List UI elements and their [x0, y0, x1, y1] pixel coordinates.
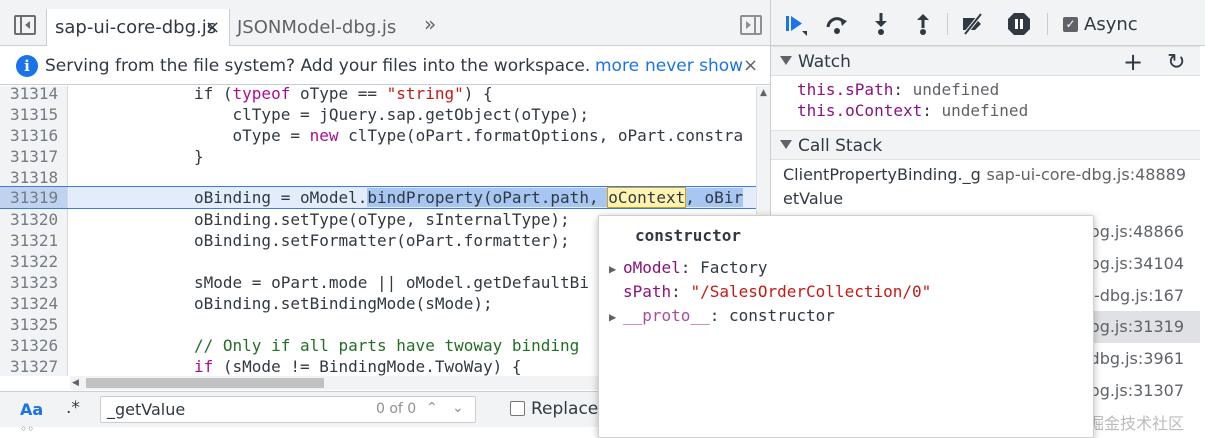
search-next-icon[interactable]: ⌄ — [452, 400, 464, 416]
line-number[interactable]: 31316 — [0, 125, 68, 146]
toolbar-separator — [947, 13, 948, 35]
toggle-debugger-icon[interactable] — [740, 15, 762, 35]
watch-section-header[interactable]: Watch + ↻ — [771, 46, 1200, 76]
scrollbar-thumb[interactable] — [86, 378, 324, 388]
search-prev-icon[interactable]: ⌃ — [426, 400, 438, 416]
regex-button[interactable]: .* — [66, 398, 80, 418]
scroll-up-icon[interactable]: ▲ — [760, 88, 767, 98]
hovered-token[interactable]: oContext — [607, 187, 687, 208]
call-frame-location: dbg.js:48866 — [1079, 222, 1184, 241]
call-frame-location: dbg.js:34104 — [1079, 254, 1184, 273]
code-line[interactable]: 31317 } — [0, 146, 756, 167]
step-into-icon[interactable] — [869, 12, 893, 36]
add-watch-icon[interactable]: + — [1123, 47, 1143, 77]
toggle-navigator-icon[interactable] — [14, 15, 36, 35]
replace-label: Replace — [531, 399, 599, 419]
deactivate-breakpoints-icon[interactable] — [961, 12, 985, 36]
line-number[interactable]: 31319 — [0, 187, 68, 208]
popover-property-row[interactable]: ▶ oModel: Factory — [609, 258, 768, 277]
workspace-infobar: i Serving from the file system? Add your… — [0, 47, 770, 85]
line-number[interactable]: 31318 — [0, 167, 68, 188]
popover-property-row[interactable]: sPath: "/SalesOrderCollection/0" — [609, 282, 931, 301]
paused-code-line[interactable]: 31319 oBinding = oModel.bindProperty(oPa… — [0, 186, 756, 209]
sidebar-scrollbar[interactable] — [1200, 46, 1205, 438]
line-number[interactable]: 31323 — [0, 272, 68, 293]
info-icon: i — [16, 55, 38, 77]
toolbar-separator — [1047, 13, 1048, 35]
more-tabs-icon[interactable]: » — [424, 12, 436, 36]
match-case-button[interactable]: Aa — [20, 400, 43, 419]
line-number[interactable]: 31314 — [0, 86, 68, 104]
refresh-watch-icon[interactable]: ↻ — [1167, 48, 1185, 78]
watch-title: Watch — [798, 52, 851, 72]
call-frame-name: ClientPropertyBinding._g — [783, 165, 981, 184]
debugger-toolbar: ✓ Async — [771, 0, 1205, 46]
infobar-never-show-link[interactable]: never show — [645, 56, 743, 76]
call-frame-location: sap-ui-core-dbg.js:48889 — [986, 165, 1186, 184]
line-number[interactable]: 31324 — [0, 293, 68, 314]
infobar-more-link[interactable]: more — [595, 56, 639, 76]
popover-title: constructor — [635, 226, 741, 245]
line-number[interactable]: 31325 — [0, 314, 68, 335]
call-frame-location: dbg.js:31307 — [1079, 381, 1184, 400]
line-number[interactable]: 31326 — [0, 335, 68, 356]
code-line[interactable]: 31316 oType = new clType(oPart.formatOpt… — [0, 125, 756, 146]
replace-checkbox[interactable] — [510, 401, 525, 416]
collapse-triangle-icon[interactable] — [780, 56, 792, 65]
resume-icon[interactable] — [783, 12, 807, 36]
call-stack-title: Call Stack — [798, 136, 883, 156]
tab-label: sap-ui-core-dbg.js — [55, 17, 217, 38]
tab-jsonmodel[interactable]: JSONModel-dbg.js — [237, 9, 396, 46]
code-line[interactable]: 31318 — [0, 167, 756, 188]
close-infobar-icon[interactable]: × — [743, 55, 758, 76]
step-over-icon[interactable] — [825, 12, 849, 36]
call-frame-name-cont: etValue — [783, 189, 844, 208]
pause-on-exceptions-icon[interactable] — [1007, 12, 1031, 36]
call-frame-current[interactable]: ClientPropertyBinding._g etValue sap-ui-… — [771, 161, 1200, 213]
search-match-count: 0 of 0 — [376, 401, 417, 417]
line-number[interactable]: 31320 — [0, 209, 68, 230]
infobar-message: Serving from the file system? Add your f… — [45, 56, 591, 76]
line-number[interactable]: 31321 — [0, 230, 68, 251]
line-number[interactable]: 31322 — [0, 251, 68, 272]
scroll-left-icon[interactable]: ◀ — [72, 376, 79, 390]
close-tab-icon[interactable]: × — [205, 9, 220, 46]
editor-tab-bar: sap-ui-core-dbg.js × JSONModel-dbg.js » — [0, 0, 770, 46]
object-preview-popover[interactable]: constructor ▶ oModel: Factory sPath: "/Sa… — [598, 215, 1094, 438]
call-frame-location: l-dbg.js:167 — [1089, 286, 1184, 305]
popover-property-row[interactable]: ▶ __proto__: constructor — [609, 306, 835, 325]
collapse-triangle-icon[interactable] — [780, 140, 792, 149]
call-stack-section-header[interactable]: Call Stack — [771, 130, 1200, 160]
code-line[interactable]: 31315 clType = jQuery.sap.getObject(oTyp… — [0, 104, 756, 125]
expand-triangle-icon[interactable]: ▶ — [609, 310, 623, 324]
async-checkbox[interactable]: ✓ — [1063, 17, 1078, 32]
watch-expression[interactable]: this.oContext: undefined — [797, 101, 1028, 120]
status-icon: ◦◦ — [20, 422, 35, 436]
step-out-icon[interactable] — [911, 12, 935, 36]
tab-sap-ui-core[interactable]: sap-ui-core-dbg.js × — [46, 9, 230, 46]
expand-triangle-icon[interactable]: ▶ — [609, 262, 623, 276]
call-frame-location: dbg.js:3961 — [1089, 349, 1184, 368]
line-number[interactable]: 31327 — [0, 356, 68, 376]
async-label: Async — [1084, 14, 1138, 35]
line-number[interactable]: 31315 — [0, 104, 68, 125]
tab-label: JSONModel-dbg.js — [237, 17, 397, 38]
search-input[interactable]: _getValue — [100, 396, 476, 423]
line-number[interactable]: 31317 — [0, 146, 68, 167]
code-line[interactable]: 31314 if (typeof oType == "string") { — [0, 86, 756, 104]
watch-expression[interactable]: this.sPath: undefined — [797, 80, 999, 99]
call-frame-location: dbg.js:31319 — [1079, 317, 1184, 336]
